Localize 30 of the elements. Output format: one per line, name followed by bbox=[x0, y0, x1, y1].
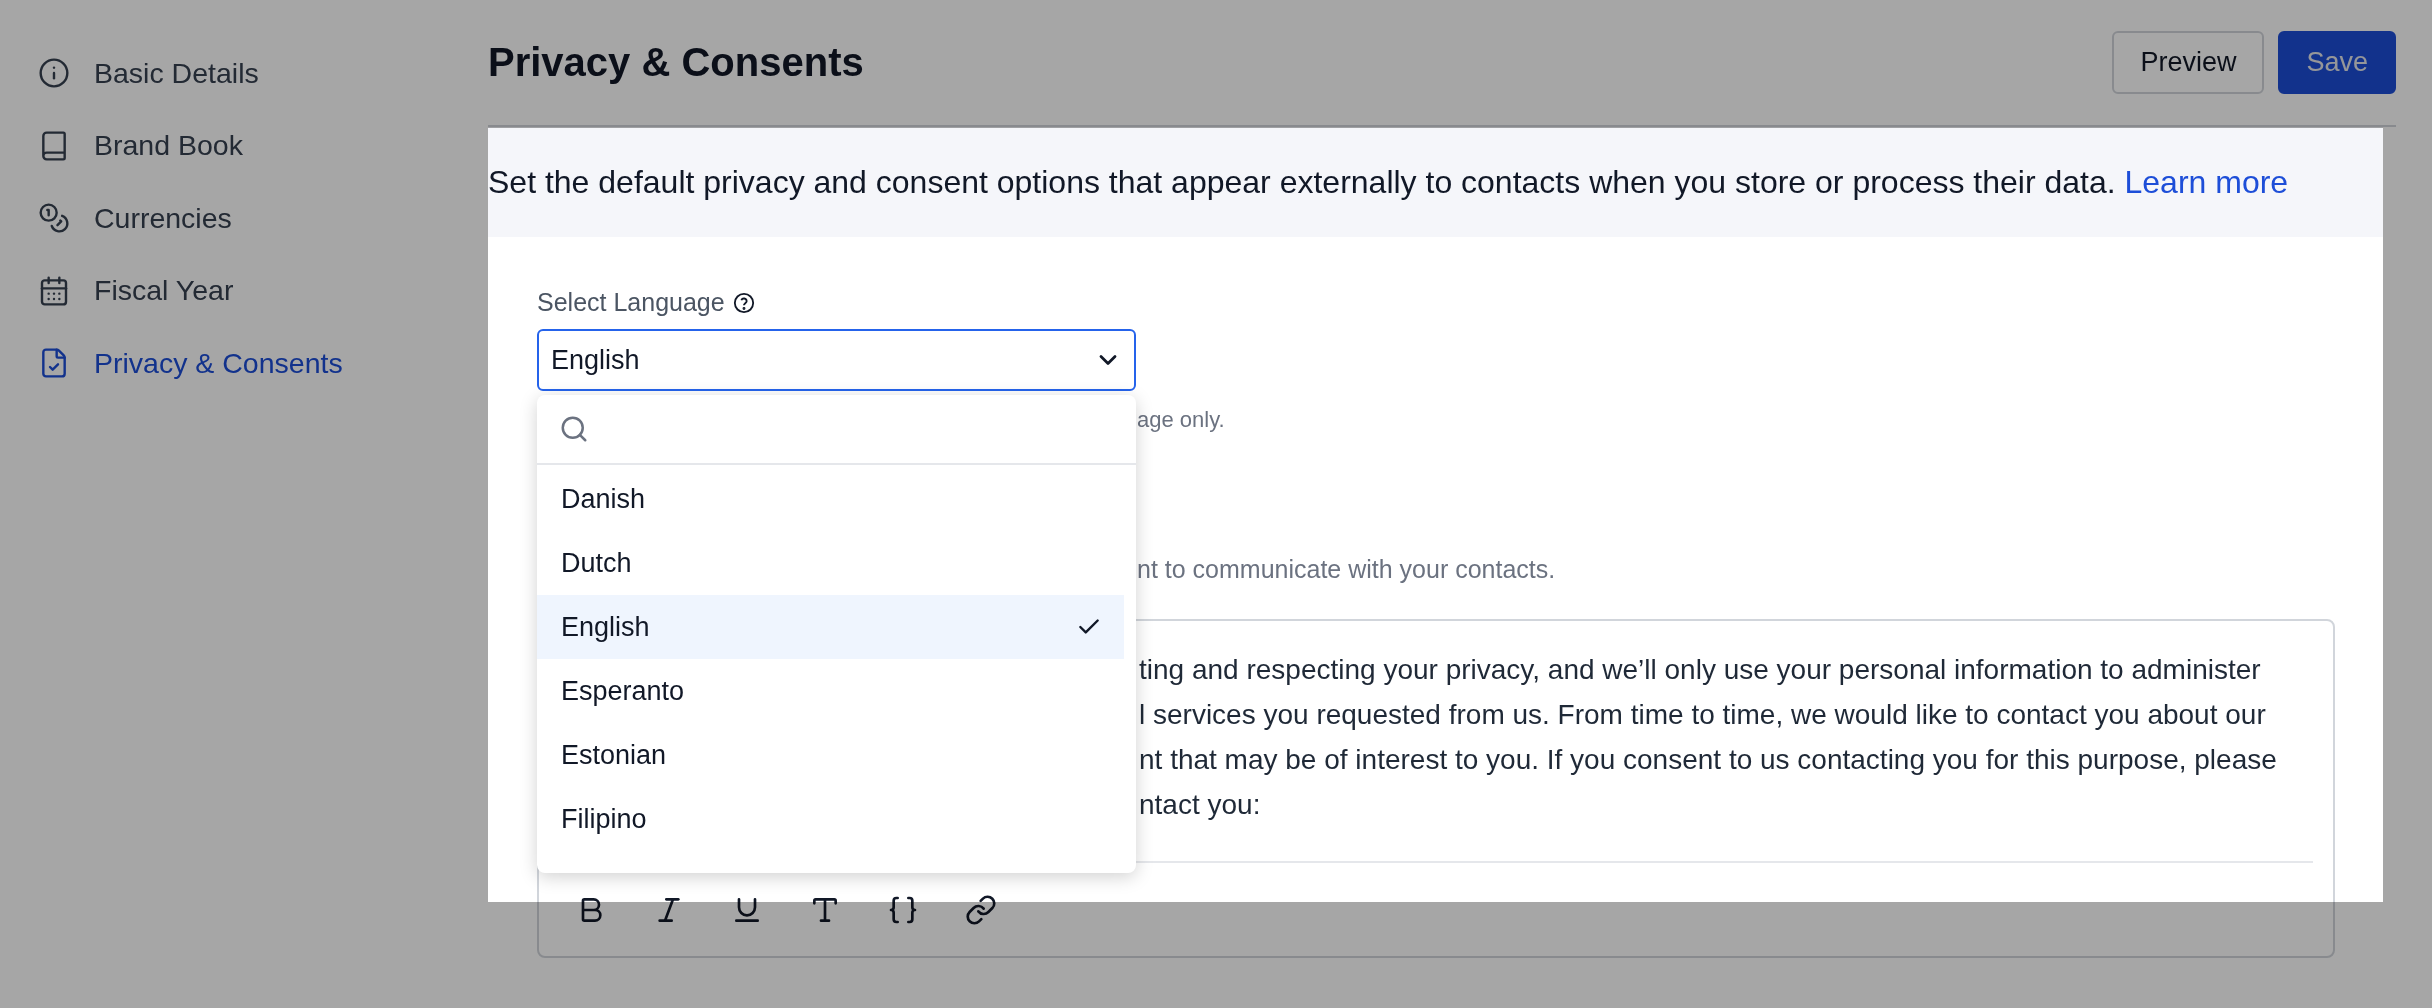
language-option[interactable]: English bbox=[537, 595, 1124, 659]
sidebar-item[interactable]: Privacy & Consents bbox=[38, 327, 488, 400]
save-button[interactable]: Save bbox=[2278, 31, 2396, 94]
language-select[interactable]: English bbox=[537, 329, 1136, 391]
coins-icon bbox=[38, 202, 70, 235]
editor-text-line: ting and respecting your privacy, and we’ll only use your personal information to administer bbox=[1139, 653, 2262, 687]
calendar-icon bbox=[38, 274, 70, 307]
sidebar-item[interactable]: Basic Details bbox=[38, 37, 488, 110]
editor-text-line: nt that may be of interest to you. If you consent to us contacting you for this purpose, please bbox=[1139, 743, 2278, 777]
sidebar-item[interactable]: Brand Book bbox=[38, 109, 488, 182]
field-label: Select Language bbox=[537, 288, 725, 317]
editor-description: nt to communicate with your contacts. bbox=[1137, 555, 1556, 583]
preview-button[interactable]: Preview bbox=[2112, 31, 2265, 94]
editor-text-line: l services you requested from us. From time to time, we would like to contact you about our bbox=[1139, 698, 2267, 732]
sidebar-item[interactable]: Currencies bbox=[38, 182, 488, 255]
language-option[interactable]: Estonian bbox=[537, 723, 1124, 787]
page-title: Privacy & Consents bbox=[488, 40, 864, 85]
language-option[interactable]: Dutch bbox=[537, 531, 1124, 595]
search-icon bbox=[559, 414, 589, 444]
editor-text-line: ntact you: bbox=[1139, 788, 1262, 822]
language-option[interactable]: Filipino bbox=[537, 787, 1124, 851]
learn-more-link[interactable]: Learn more bbox=[2124, 163, 2289, 200]
language-option[interactable]: Esperanto bbox=[537, 659, 1124, 723]
intro-text: Set the default privacy and consent options that appear externally to contacts when you store or process their data. Learn more bbox=[488, 163, 2289, 201]
info-icon bbox=[38, 57, 70, 90]
sidebar-item[interactable]: Fiscal Year bbox=[38, 254, 488, 327]
help-icon bbox=[732, 291, 755, 314]
link-icon[interactable] bbox=[965, 893, 997, 926]
helper-text: age only. bbox=[1137, 407, 1225, 432]
language-option[interactable]: Danish bbox=[537, 467, 1124, 531]
